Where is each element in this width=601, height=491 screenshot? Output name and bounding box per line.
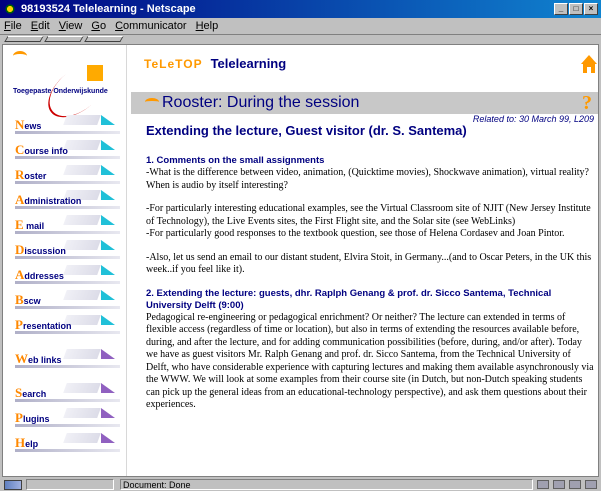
nav-item-plugins[interactable]: Plugins (15, 404, 120, 429)
arrow-icon (101, 383, 115, 393)
arrow-icon (101, 265, 115, 275)
menu-help[interactable]: Help (196, 20, 219, 32)
swirl-icon (13, 51, 27, 61)
arrow-icon (101, 290, 115, 300)
menu-communicator[interactable]: Communicator (115, 20, 187, 32)
teletop-logo: TeLeTOP (144, 56, 203, 71)
menu-edit[interactable]: Edit (31, 20, 50, 32)
window-title: 98193524 Telelearning - Netscape (21, 3, 196, 15)
arrow-icon (101, 115, 115, 125)
paragraph: -Also, let us send an email to our dista… (146, 251, 592, 276)
nav-item-search[interactable]: Search (15, 379, 120, 404)
related-to: Related to: 30 March 99, L209 (472, 114, 594, 124)
content-frame: Toegepaste Onderwijskunde News Course in… (2, 44, 599, 477)
paragraph: -For particularly good responses to the … (146, 228, 565, 239)
page-title: Extending the lecture, Guest visitor (dr… (146, 123, 467, 138)
status-bar: Document: Done (0, 478, 601, 491)
menu-file[interactable]: File (4, 20, 22, 32)
logo: Toegepaste Onderwijskunde (3, 45, 127, 128)
status-text: Document: Done (120, 479, 533, 490)
subheading: 2. Extending the lecture: guests, dhr. R… (146, 287, 552, 311)
section-bar: Rooster: During the session ? (131, 92, 598, 115)
progress-bar (26, 479, 114, 490)
tray-icon[interactable] (569, 480, 581, 489)
menu-view[interactable]: View (59, 20, 83, 32)
minimize-button[interactable]: _ (554, 3, 568, 15)
arrow-icon (101, 349, 115, 359)
menu-bar: File Edit View Go Communicator Help (0, 18, 601, 34)
arrow-icon (101, 408, 115, 418)
arrow-icon (101, 215, 115, 225)
window-titlebar: 98193524 Telelearning - Netscape _ □ × (0, 0, 601, 18)
tray-icon[interactable] (553, 480, 565, 489)
maximize-button[interactable]: □ (569, 3, 583, 15)
tray-icon[interactable] (537, 480, 549, 489)
paragraph: -For particularly interesting educationa… (146, 203, 591, 227)
left-nav: Toegepaste Onderwijskunde News Course in… (3, 45, 127, 476)
section-title: Rooster: During the session (162, 94, 360, 111)
nav-item-presentation[interactable]: Presentation (15, 311, 120, 336)
close-button[interactable]: × (584, 3, 598, 15)
arrow-icon (101, 315, 115, 325)
swirl-icon (145, 98, 159, 106)
nav-item-administration[interactable]: Administration (15, 186, 120, 211)
nav-item-news[interactable]: News (15, 111, 120, 136)
arrow-icon (101, 433, 115, 443)
arrow-icon (101, 240, 115, 250)
paragraph: Pedagogical re-engineering or pedagogica… (146, 311, 594, 411)
logo-square (87, 65, 103, 81)
paragraph: -What is the difference between video, a… (146, 167, 589, 191)
toolbar-collapse-tab[interactable] (44, 36, 84, 42)
body-text: 1. Comments on the small assignments -Wh… (146, 155, 596, 423)
logo-text: Toegepaste Onderwijskunde (13, 88, 108, 95)
brand-title: Telelearning (210, 56, 287, 71)
brand-header: TeLeTOP Telelearning (144, 56, 286, 71)
tray-icon[interactable] (585, 480, 597, 489)
nav-item-web-links[interactable]: Web links (15, 345, 120, 370)
nav-item-addresses[interactable]: Addresses (15, 261, 120, 286)
nav-item-discussion[interactable]: Discussion (15, 236, 120, 261)
arrow-icon (101, 190, 115, 200)
menu-go[interactable]: Go (91, 20, 106, 32)
nav-item-email[interactable]: E mail (15, 211, 120, 236)
help-icon[interactable]: ? (582, 92, 592, 115)
nav-item-help[interactable]: Help (15, 429, 120, 454)
arrow-icon (101, 140, 115, 150)
toolbar-tabs (0, 34, 601, 43)
subheading: 1. Comments on the small assignments (146, 155, 325, 166)
netscape-icon (3, 2, 17, 16)
security-icon[interactable] (4, 479, 22, 490)
nav-item-course-info[interactable]: Course info (15, 136, 120, 161)
main-content: TeLeTOP Telelearning Rooster: During the… (131, 45, 598, 476)
toolbar-collapse-tab[interactable] (84, 36, 124, 42)
arrow-icon (101, 165, 115, 175)
nav-item-roster[interactable]: Roster (15, 161, 120, 186)
toolbar-collapse-tab[interactable] (4, 36, 44, 42)
nav-item-bscw[interactable]: Bscw (15, 286, 120, 311)
home-icon[interactable] (581, 55, 597, 75)
